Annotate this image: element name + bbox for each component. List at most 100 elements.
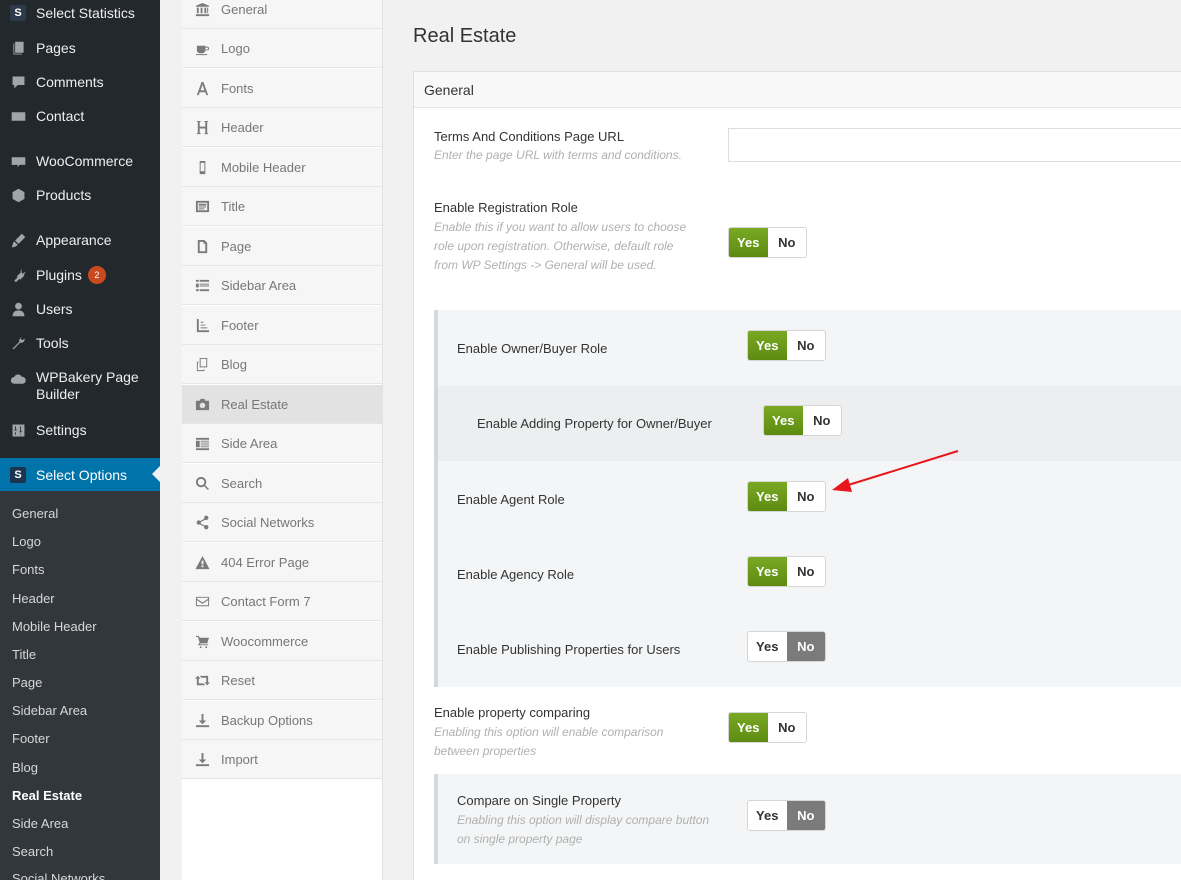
switch-no[interactable]: No	[787, 331, 826, 360]
download-icon	[193, 711, 211, 729]
nav-header[interactable]: Header	[182, 108, 382, 147]
agency-role-label: Enable Agency Role	[457, 567, 575, 582]
switch-yes[interactable]: Yes	[764, 406, 803, 435]
submenu-search[interactable]: Search	[12, 844, 53, 859]
switch-no[interactable]: No	[787, 482, 826, 511]
switch-yes[interactable]: Yes	[748, 557, 787, 586]
nav-social-networks[interactable]: Social Networks	[182, 503, 382, 542]
switch-yes[interactable]: Yes	[748, 331, 787, 360]
nav-side-area[interactable]: Side Area	[182, 424, 382, 463]
sliders-icon	[8, 420, 28, 440]
nav-contact-form-7[interactable]: Contact Form 7	[182, 582, 382, 621]
box-icon	[8, 185, 28, 205]
switch-yes[interactable]: Yes	[748, 801, 787, 830]
nav-search[interactable]: Search	[182, 464, 382, 503]
registration-role-switch[interactable]: Yes No	[728, 227, 807, 258]
wp-menu-products[interactable]: Products	[0, 179, 160, 211]
submenu-sidebar-area[interactable]: Sidebar Area	[12, 703, 87, 718]
wp-menu-tools[interactable]: Tools	[0, 327, 160, 359]
bank-icon	[193, 0, 211, 18]
compare-single-label: Compare on Single Property	[457, 793, 622, 808]
header-icon	[193, 118, 211, 136]
wp-menu-settings[interactable]: Settings	[0, 414, 160, 446]
nav-mobile-header[interactable]: Mobile Header	[182, 148, 382, 187]
copy-icon	[193, 355, 211, 373]
submenu-general[interactable]: General	[12, 506, 58, 521]
switch-yes[interactable]: Yes	[729, 228, 768, 257]
nav-title[interactable]: Title	[182, 187, 382, 226]
property-comparing-switch[interactable]: Yes No	[728, 712, 807, 743]
switch-yes[interactable]: Yes	[729, 713, 768, 742]
submenu-side-area[interactable]: Side Area	[12, 816, 68, 831]
wp-menu-select-options[interactable]: S Select Options	[0, 458, 160, 492]
nav-sidebar-area[interactable]: Sidebar Area	[182, 266, 382, 305]
terms-url-input[interactable]	[728, 128, 1181, 162]
wp-menu-select-statistics[interactable]: S Select Statistics	[0, 0, 160, 29]
cart-icon	[193, 632, 211, 650]
submenu-page[interactable]: Page	[12, 675, 42, 690]
nav-fonts[interactable]: Fonts	[182, 69, 382, 108]
switch-no[interactable]: No	[803, 406, 842, 435]
wp-menu-woocommerce[interactable]: WooCommerce	[0, 145, 160, 177]
submenu-title[interactable]: Title	[12, 647, 36, 662]
switch-no[interactable]: No	[786, 801, 825, 830]
agent-role-switch[interactable]: Yes No	[747, 481, 826, 512]
nav-woocommerce[interactable]: Woocommerce	[182, 622, 382, 661]
submenu-social-networks[interactable]: Social Networks	[12, 871, 105, 880]
compare-single-switch[interactable]: Yes No	[747, 800, 826, 831]
wp-menu-comments[interactable]: Comments	[0, 66, 160, 98]
switch-yes[interactable]: Yes	[748, 482, 787, 511]
wp-menu-pages[interactable]: Pages	[0, 32, 160, 64]
wp-menu-contact[interactable]: Contact	[0, 100, 160, 132]
switch-no[interactable]: No	[786, 632, 825, 661]
camera-icon	[193, 395, 211, 413]
switch-no[interactable]: No	[787, 557, 826, 586]
submenu-footer[interactable]: Footer	[12, 731, 50, 746]
sidebar-icon	[193, 276, 211, 294]
nav-real-estate[interactable]: Real Estate	[182, 385, 382, 424]
submenu-real-estate[interactable]: Real Estate	[12, 788, 82, 803]
registration-role-desc: Enable this if you want to allow users t…	[434, 220, 687, 272]
woocommerce-icon	[8, 151, 28, 171]
nav-reset[interactable]: Reset	[182, 661, 382, 700]
mail-icon	[8, 106, 28, 126]
font-icon	[193, 79, 211, 97]
nav-logo[interactable]: Logo	[182, 29, 382, 68]
nav-404-error-page[interactable]: 404 Error Page	[182, 543, 382, 582]
nav-footer[interactable]: Footer	[182, 306, 382, 345]
nav-blog[interactable]: Blog	[182, 345, 382, 384]
submenu-header[interactable]: Header	[12, 591, 55, 606]
adding-property-switch[interactable]: Yes No	[763, 405, 842, 436]
agent-role-label: Enable Agent Role	[457, 492, 565, 507]
wrench-icon	[8, 333, 28, 353]
side-area-icon	[193, 434, 211, 452]
nav-page[interactable]: Page	[182, 227, 382, 266]
page-title: Real Estate	[413, 25, 517, 47]
wp-menu-appearance[interactable]: Appearance	[0, 224, 160, 256]
submenu-fonts[interactable]: Fonts	[12, 562, 45, 577]
agency-role-switch[interactable]: Yes No	[747, 556, 826, 587]
wp-menu-wpbakery[interactable]: WPBakery Page Builder	[0, 369, 160, 409]
submenu-blog[interactable]: Blog	[12, 760, 38, 775]
import-icon	[193, 750, 211, 768]
main-content: Real Estate General Terms And Conditions…	[383, 0, 1181, 880]
footer-icon	[193, 316, 211, 334]
submenu-logo[interactable]: Logo	[12, 534, 41, 549]
search-icon	[193, 474, 211, 492]
select-options-s-logo-icon: S	[8, 465, 28, 485]
user-icon	[8, 299, 28, 319]
wp-menu-users[interactable]: Users	[0, 293, 160, 325]
envelope-icon	[193, 592, 211, 610]
owner-buyer-role-switch[interactable]: Yes No	[747, 330, 826, 361]
switch-yes[interactable]: Yes	[748, 632, 787, 661]
nav-general[interactable]: General	[182, 0, 382, 29]
nav-import[interactable]: Import	[182, 740, 382, 779]
publishing-properties-switch[interactable]: Yes No	[747, 631, 826, 662]
title-icon	[193, 197, 211, 215]
switch-no[interactable]: No	[768, 228, 807, 257]
submenu-mobile-header[interactable]: Mobile Header	[12, 619, 97, 634]
switch-no[interactable]: No	[768, 713, 807, 742]
property-comparing-desc: Enabling this option will enable compari…	[434, 725, 664, 758]
nav-backup-options[interactable]: Backup Options	[182, 701, 382, 740]
wp-menu-plugins[interactable]: Plugins 2	[0, 259, 160, 291]
